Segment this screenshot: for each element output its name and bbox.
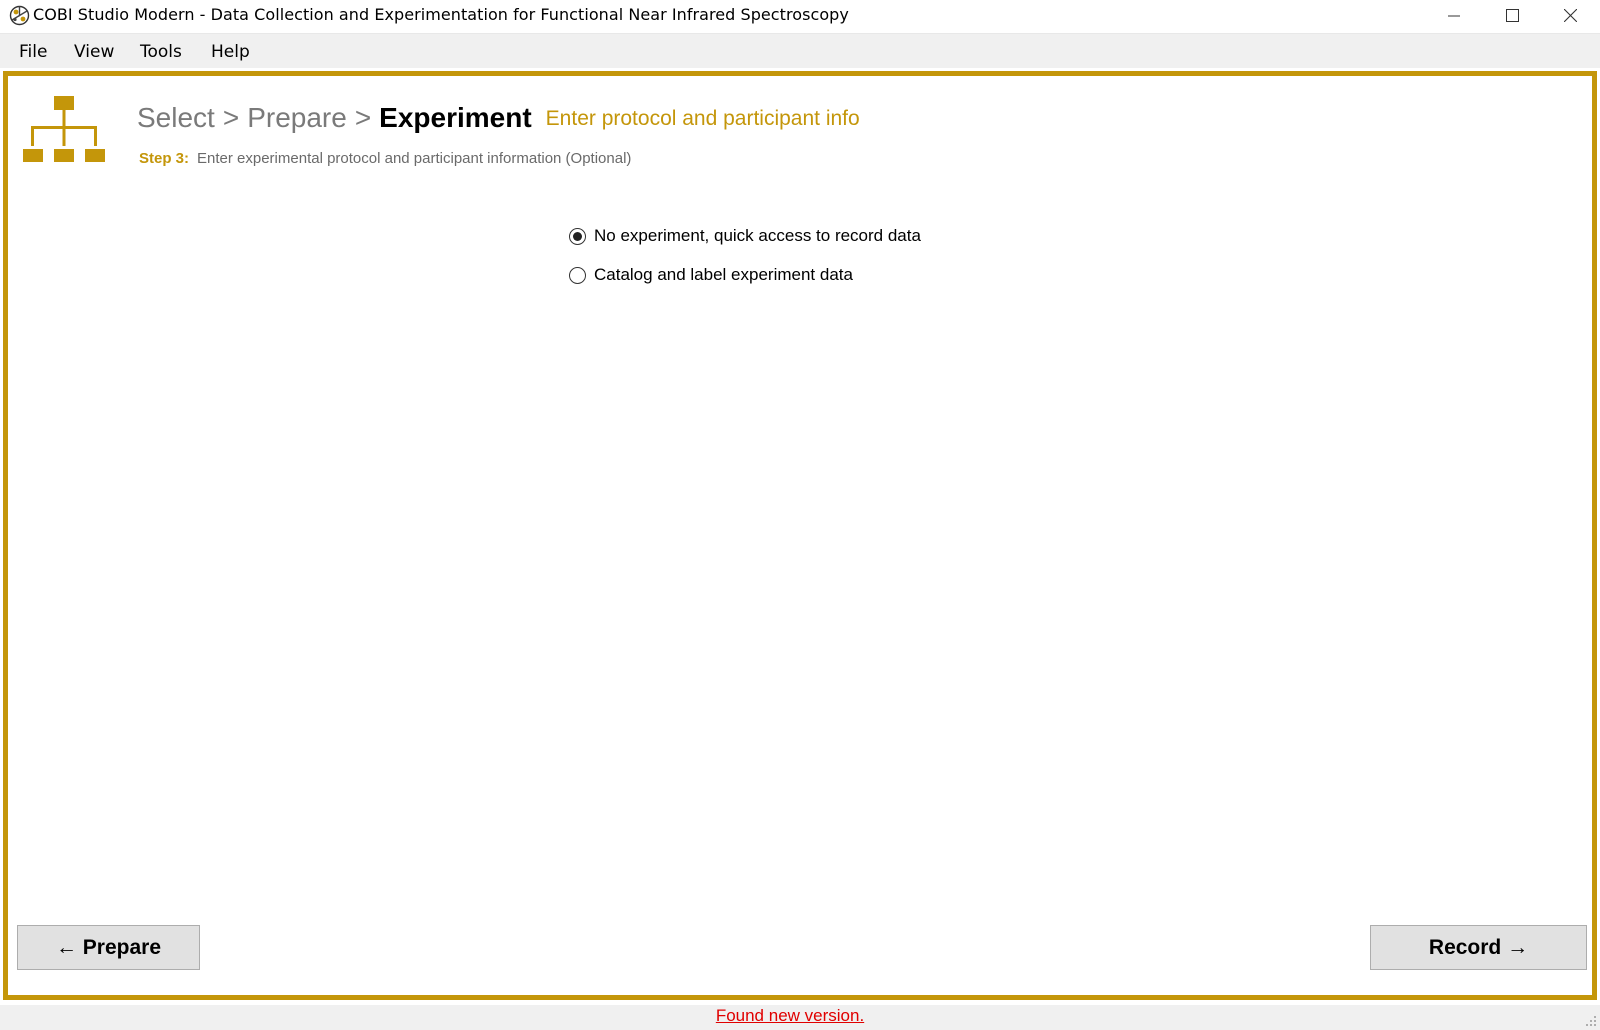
wizard-panel: Select > Prepare > Experiment Enter protocol … bbox=[3, 71, 1597, 1000]
window-title: COBI Studio Modern - Data Collection and… bbox=[33, 5, 849, 24]
back-prepare-button[interactable]: ← Prepare bbox=[17, 925, 200, 970]
cobi-app-icon bbox=[9, 5, 30, 26]
breadcrumb-current: Experiment bbox=[379, 102, 532, 133]
title-bar: COBI Studio Modern - Data Collection and… bbox=[0, 0, 1600, 31]
hierarchy-icon bbox=[23, 96, 105, 162]
menu-view[interactable]: View bbox=[74, 42, 114, 62]
maximize-icon bbox=[1505, 9, 1519, 22]
radio-button-checked[interactable] bbox=[569, 227, 586, 245]
option-label: No experiment, quick access to record da… bbox=[594, 226, 921, 245]
close-button[interactable] bbox=[1541, 0, 1599, 31]
radio-button[interactable] bbox=[569, 266, 586, 284]
step-description: Enter experimental protocol and particip… bbox=[197, 150, 632, 167]
breadcrumb-select: Select bbox=[137, 102, 215, 133]
option-catalog-experiment[interactable]: Catalog and label experiment data bbox=[569, 265, 853, 285]
breadcrumb-prepare: Prepare bbox=[247, 102, 347, 133]
page-subtitle: Enter protocol and participant info bbox=[545, 107, 860, 130]
breadcrumb: Select > Prepare > Experiment Enter protocol … bbox=[137, 102, 860, 134]
minimize-icon bbox=[1448, 15, 1460, 16]
step-instruction: Step 3: Enter experimental protocol and p… bbox=[139, 150, 631, 167]
breadcrumb-separator: > bbox=[354, 102, 372, 133]
record-button[interactable]: Record → bbox=[1370, 925, 1587, 970]
maximize-button[interactable] bbox=[1483, 0, 1541, 31]
menu-tools[interactable]: Tools bbox=[140, 42, 182, 62]
status-bar: Found new version. bbox=[0, 1005, 1600, 1030]
resize-grip-icon[interactable] bbox=[1585, 1015, 1597, 1027]
option-no-experiment[interactable]: No experiment, quick access to record da… bbox=[569, 226, 921, 246]
menu-help[interactable]: Help bbox=[211, 42, 250, 62]
update-link[interactable]: Found new version. bbox=[0, 1006, 1580, 1026]
option-label: Catalog and label experiment data bbox=[594, 265, 853, 284]
minimize-button[interactable] bbox=[1425, 0, 1483, 31]
menu-file[interactable]: File bbox=[19, 42, 47, 62]
menu-bar: File View Tools Help bbox=[0, 33, 1600, 68]
breadcrumb-separator: > bbox=[222, 102, 240, 133]
close-icon bbox=[1563, 9, 1577, 22]
step-label: Step 3: bbox=[139, 150, 190, 167]
